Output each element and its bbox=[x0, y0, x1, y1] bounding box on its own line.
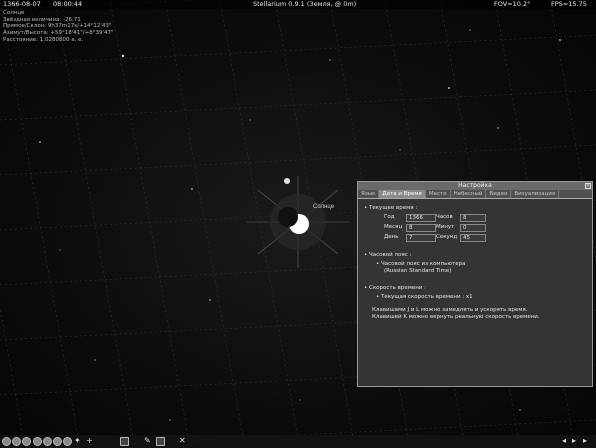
bottom-toolbar: ✦ + ✎ ✕ ◂ ▸ ▸ bbox=[0, 435, 596, 448]
cardinal-points-icon[interactable] bbox=[53, 437, 62, 446]
top-status-bar: 1366-08-07 08:00:44 Stellarium 0.9.1 (Зе… bbox=[0, 0, 596, 9]
hour-field[interactable]: 8 bbox=[460, 214, 486, 222]
tab-language[interactable]: Язык bbox=[358, 190, 380, 198]
star[interactable] bbox=[469, 29, 471, 31]
tab-bar: Язык Дата и Время Место Небесный Видео В… bbox=[358, 190, 592, 199]
timezone-section: • Часовой пояс : • Часовой пояс из компь… bbox=[364, 252, 586, 275]
star[interactable] bbox=[497, 127, 499, 129]
config-dialog[interactable]: Настройка × Язык Дата и Время Место Небе… bbox=[357, 181, 593, 387]
month-field[interactable]: 8 bbox=[406, 224, 436, 232]
app-title: Stellarium 0.9.1 (Земля, @ 0m) bbox=[253, 0, 357, 8]
fov-display: FOV=10.2° bbox=[494, 0, 531, 8]
close-icon[interactable]: × bbox=[585, 183, 591, 189]
speed-current: • Текущая скорость времени : x1 bbox=[376, 294, 473, 300]
moon-disc[interactable] bbox=[278, 207, 298, 227]
object-name: Солнце bbox=[3, 10, 25, 16]
object-ra-dec: Прямое/Склон: 9h37m17s/+14°12'43" bbox=[3, 23, 112, 30]
configuration-icon[interactable]: ✎ bbox=[144, 436, 151, 446]
star[interactable] bbox=[559, 39, 561, 41]
grid-line bbox=[0, 89, 596, 121]
second-field[interactable]: 45 bbox=[460, 234, 486, 242]
timezone-heading: • Часовой пояс : bbox=[364, 252, 412, 258]
grid-line bbox=[0, 144, 596, 176]
object-distance: Расстояние: 1.0280800 а. е. bbox=[3, 36, 84, 43]
grid-line bbox=[164, 0, 246, 448]
nebula-icon[interactable]: ✦ bbox=[74, 436, 81, 446]
star[interactable] bbox=[169, 419, 171, 421]
dialog-title: Настройка bbox=[458, 182, 492, 189]
azimuthal-grid-icon[interactable] bbox=[33, 437, 42, 446]
fps-display: FPS=15.75 bbox=[551, 0, 587, 8]
grid-line bbox=[0, 0, 81, 448]
day-field[interactable]: 7 bbox=[406, 234, 436, 242]
current-time-section: • Текущее время : Год 1366 Часов 8 Месяц… bbox=[364, 205, 586, 242]
star[interactable] bbox=[329, 59, 331, 61]
star[interactable] bbox=[399, 149, 401, 151]
star[interactable] bbox=[448, 87, 450, 89]
ground-icon[interactable] bbox=[43, 437, 52, 446]
current-time-heading: • Текущее время : bbox=[364, 205, 418, 211]
star[interactable] bbox=[299, 399, 301, 401]
star[interactable] bbox=[39, 141, 41, 143]
star[interactable] bbox=[121, 54, 125, 58]
grid-line bbox=[109, 0, 191, 448]
timezone-name: (Russian Standard Time) bbox=[384, 268, 452, 274]
grid-line bbox=[54, 0, 136, 448]
star[interactable] bbox=[209, 299, 211, 301]
year-field[interactable]: 1366 bbox=[406, 214, 436, 222]
timezone-option[interactable]: • Часовой пояс из компьютера bbox=[376, 261, 586, 268]
time-rewind-icon[interactable]: ◂ bbox=[562, 436, 566, 446]
hour-label: Часов bbox=[436, 214, 453, 220]
star[interactable] bbox=[59, 249, 61, 251]
star[interactable] bbox=[249, 119, 251, 121]
speed-heading: • Скорость времени : bbox=[364, 285, 427, 291]
speed-note-2: Клавишей K можно вернуть реальную скорос… bbox=[372, 314, 540, 320]
star[interactable] bbox=[94, 359, 96, 361]
speed-note-1: Клавишами J и L можно замедлять и ускоря… bbox=[372, 307, 528, 313]
second-label: Секунд bbox=[436, 234, 458, 240]
time-real-icon[interactable]: ▸ bbox=[572, 436, 576, 446]
year-label: Год bbox=[384, 214, 395, 220]
time-speed-section: • Скорость времени : • Текущая скорость … bbox=[364, 285, 586, 321]
object-az-alt: Азимут/Высота: +59°18'41"/+8°39'47" bbox=[3, 30, 114, 37]
day-label: День bbox=[384, 234, 399, 240]
constellation-names-icon[interactable] bbox=[12, 437, 21, 446]
tab-video[interactable]: Видео bbox=[486, 190, 512, 198]
quit-icon[interactable]: ✕ bbox=[179, 436, 186, 446]
object-info-panel: Солнце Звёздная величина: -26.71 Прямое/… bbox=[3, 10, 114, 44]
tab-location[interactable]: Место bbox=[426, 190, 451, 198]
atmosphere-icon[interactable] bbox=[63, 437, 72, 446]
minute-label: Минут bbox=[436, 224, 455, 230]
object-magnitude: Звёздная величина: -26.71 bbox=[3, 16, 81, 23]
tab-date-time[interactable]: Дата и Время bbox=[379, 190, 426, 198]
month-label: Месяц bbox=[384, 224, 403, 230]
star[interactable] bbox=[519, 409, 521, 411]
constellation-lines-icon[interactable] bbox=[2, 437, 11, 446]
sun-label: Солнце bbox=[313, 204, 335, 210]
time-forward-icon[interactable]: ▸ bbox=[583, 436, 587, 446]
grid-line bbox=[0, 306, 26, 448]
star[interactable] bbox=[191, 188, 193, 190]
help-icon[interactable] bbox=[156, 437, 165, 446]
time-display: 08:00:44 bbox=[53, 0, 83, 8]
planet-dot[interactable] bbox=[284, 178, 290, 184]
search-icon[interactable] bbox=[120, 437, 129, 446]
date-display: 1366-08-07 bbox=[3, 0, 41, 8]
minute-field[interactable]: 0 bbox=[460, 224, 486, 232]
tab-sky[interactable]: Небесный bbox=[451, 190, 487, 198]
tab-rendering[interactable]: Визуализация bbox=[511, 190, 560, 198]
dialog-title-bar[interactable]: Настройка × bbox=[358, 182, 592, 190]
equatorial-grid-icon[interactable] bbox=[22, 437, 31, 446]
planets-icon[interactable]: + bbox=[86, 436, 93, 446]
